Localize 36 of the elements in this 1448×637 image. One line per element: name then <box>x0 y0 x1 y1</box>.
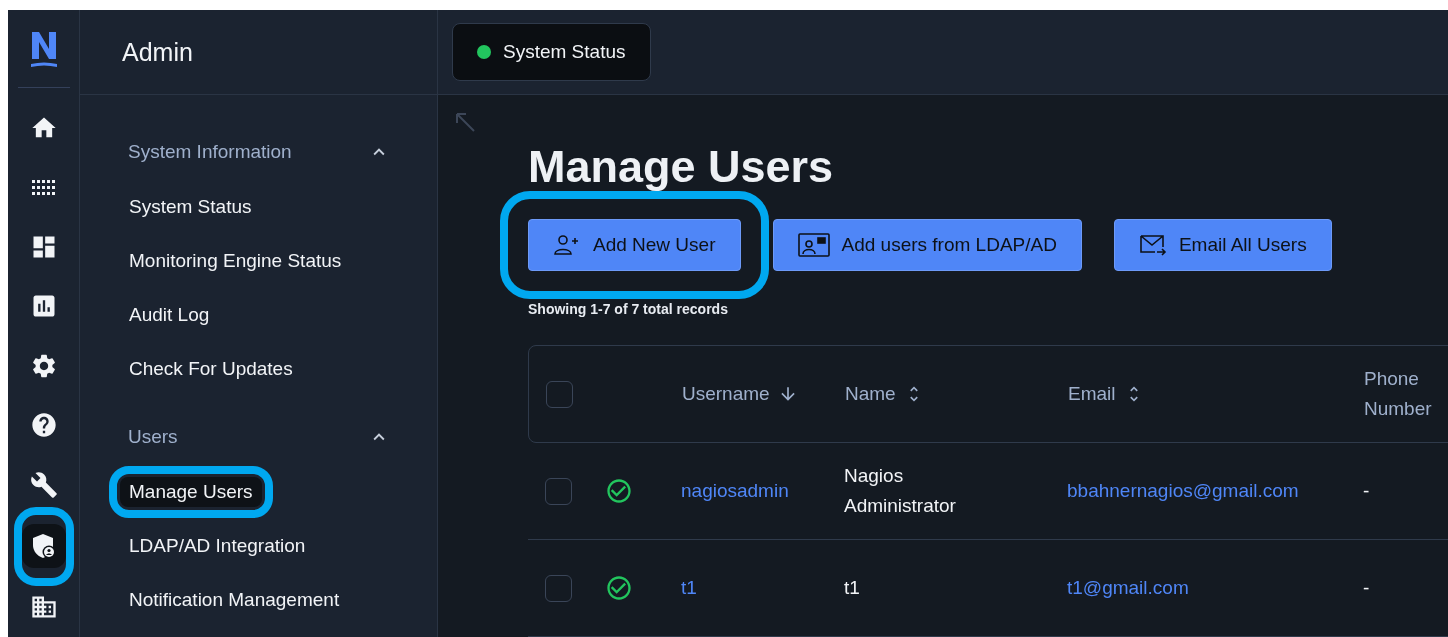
shield-user-icon[interactable] <box>21 524 66 569</box>
status-tab-label: System Status <box>503 41 626 63</box>
column-header[interactable]: Name <box>845 383 924 405</box>
user-plus-icon <box>553 234 581 256</box>
action-button[interactable]: Add users from LDAP/AD <box>772 219 1082 271</box>
action-button[interactable]: Add New User <box>528 219 741 271</box>
sidebar-item[interactable]: Check For Updates <box>120 354 302 384</box>
sidebar-title: Admin <box>122 37 193 67</box>
email-link[interactable]: t1@gmail.com <box>1067 577 1189 599</box>
username-link[interactable]: nagiosadmin <box>681 480 789 502</box>
sidebar-item[interactable]: Monitoring Engine Status <box>120 246 351 276</box>
row-checkbox[interactable] <box>545 477 572 505</box>
mail-send-icon <box>1138 233 1167 257</box>
sidebar-item[interactable]: Audit Log <box>120 300 219 330</box>
table-cell-text: - <box>1363 479 1371 503</box>
sidebar-item[interactable]: System Status <box>120 192 261 222</box>
section-header[interactable]: System Information <box>120 133 390 171</box>
table-cell-text: t1 <box>844 576 861 600</box>
sidebar-item[interactable]: Notification Management <box>120 585 349 615</box>
sidebar-item[interactable]: LDAP/AD Integration <box>120 531 315 561</box>
username-link[interactable]: t1 <box>681 577 697 599</box>
column-header: Phone Number <box>1364 367 1433 421</box>
status-tab[interactable]: System Status <box>452 23 651 81</box>
select-all-checkbox[interactable] <box>546 380 573 408</box>
sidebar-item[interactable]: Manage Users <box>120 477 262 507</box>
table-cell-text: - <box>1363 576 1371 600</box>
column-header[interactable]: Username <box>682 383 798 405</box>
records-count: Showing 1-7 of 7 total records <box>528 301 729 317</box>
email-link[interactable]: bbahnernagios@gmail.com <box>1067 480 1299 502</box>
column-header[interactable]: Email <box>1068 383 1144 405</box>
action-button[interactable]: Email All Users <box>1113 219 1332 271</box>
table-cell-text: Nagios Administrator <box>844 464 957 518</box>
page-title: Manage Users <box>528 141 835 193</box>
row-checkbox[interactable] <box>545 574 572 602</box>
id-card-icon <box>797 233 830 257</box>
section-header[interactable]: Users <box>120 418 390 456</box>
